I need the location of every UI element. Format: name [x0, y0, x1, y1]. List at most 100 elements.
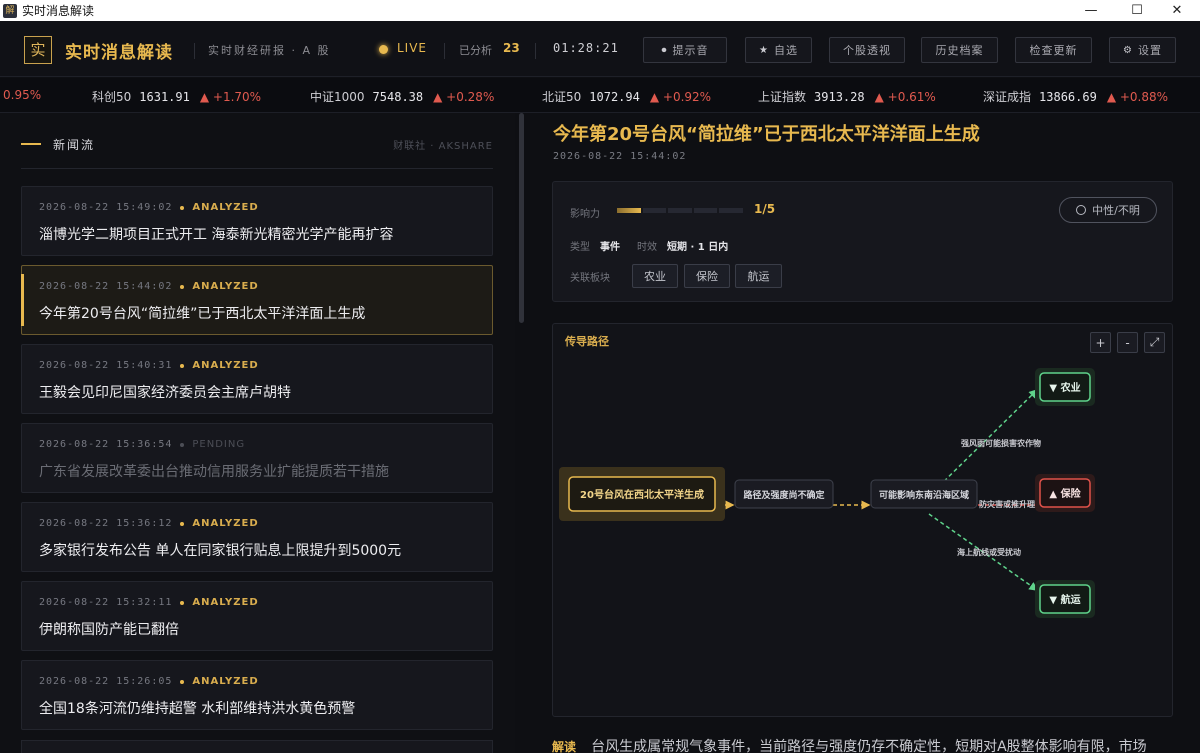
duration-value: 短期 · 1 日内	[667, 242, 729, 253]
check-update-button[interactable]: 检查更新	[1015, 37, 1092, 63]
news-card[interactable]: 2026-08-22 15:36:12 ANALYZED 多家银行发布公告 单人在…	[21, 502, 493, 572]
impact-segment	[668, 208, 692, 213]
news-card-partial[interactable]	[21, 740, 493, 753]
ticker-value: 1631.91	[139, 90, 190, 104]
news-meta: 2026-08-22 15:36:54 PENDING	[39, 439, 245, 450]
record-icon: ⏺	[661, 44, 668, 56]
ticker-change: 0.95%	[3, 88, 42, 102]
news-headline: 全国18条河流仍维持超警 水利部维持洪水黄色预警	[39, 701, 356, 717]
outcome-node-label: ▲ 保险	[1049, 487, 1081, 500]
graph-canvas[interactable]: 强风雨可能损害农作物 防灾害或推升理赔 海上航线或受扰动 20号台风在西北太平洋…	[553, 324, 1173, 717]
transmission-graph: 传导路径 + - ⤢ 强风雨可能损害农作物 防灾害或推升理赔 海上航线或受扰动 …	[552, 323, 1173, 717]
ticker-item: 深证成指 13866.69 ▲ +0.88%	[983, 88, 1168, 105]
analyzed-label: 已分析	[459, 44, 492, 57]
type-value: 事件	[600, 242, 620, 253]
divider	[535, 43, 536, 59]
watchlist-button[interactable]: ★ 自选	[745, 37, 812, 63]
ticker-value: 3913.28	[814, 90, 865, 104]
live-label: LIVE	[397, 41, 428, 55]
news-feed-panel: 新闻流 财联社 · AKSHARE 2026-08-22 15:49:02 ANA…	[0, 113, 515, 753]
news-status: ANALYZED	[192, 202, 259, 213]
sector-tag-insurance[interactable]: 保险	[684, 264, 730, 288]
ticker-change: ▲ +0.28%	[433, 90, 495, 104]
ticker-name: 中证1000	[310, 90, 365, 104]
stock-view-label: 个股透视	[843, 44, 891, 57]
accent-bar	[21, 143, 41, 145]
feed-header: 新闻流 财联社 · AKSHARE	[21, 135, 493, 169]
news-meta: 2026-08-22 15:44:02 ANALYZED	[39, 281, 259, 292]
impact-value: 1/5	[754, 202, 776, 216]
duration-label: 时效	[637, 242, 657, 253]
status-dot-icon	[180, 363, 185, 368]
edge-label: 防灾害或推升理赔	[979, 499, 1043, 509]
mid-node-label: 路径及强度尚不确定	[743, 489, 825, 501]
news-card[interactable]: 2026-08-22 15:26:05 ANALYZED 全国18条河流仍维持超警…	[21, 660, 493, 730]
ticker-value: 13866.69	[1039, 90, 1097, 104]
ticker-change: ▲ +0.92%	[649, 90, 712, 104]
status-dot-icon	[180, 521, 185, 526]
gear-icon: ⚙	[1123, 44, 1133, 56]
news-status: ANALYZED	[192, 676, 259, 687]
news-meta: 2026-08-22 15:26:05 ANALYZED	[39, 676, 259, 687]
news-headline: 淄博光学二期项目正式开工 海泰新光精密光学产能再扩容	[39, 227, 394, 243]
article-title: 今年第20号台风“简拉维”已于西北太平洋洋面上生成	[553, 124, 980, 145]
edge-label: 海上航线或受扰动	[957, 547, 1021, 557]
news-card[interactable]: 2026-08-22 15:49:02 ANALYZED 淄博光学二期项目正式开工…	[21, 186, 493, 256]
outcome-node-label: ▼ 航运	[1049, 593, 1080, 606]
ticker-name: 北证50	[542, 90, 582, 104]
clock: 01:28:21	[553, 41, 619, 55]
sector-tag-agriculture[interactable]: 农业	[632, 264, 678, 288]
ticker-value: 1072.94	[589, 90, 640, 104]
detail-panel: 今年第20号台风“简拉维”已于西北太平洋洋面上生成 2026-08-22 15:…	[525, 113, 1200, 753]
news-time: 2026-08-22 15:36:12	[39, 518, 173, 529]
stock-view-button[interactable]: 个股透视	[829, 37, 905, 63]
impact-segment	[719, 208, 743, 213]
news-time: 2026-08-22 15:40:31	[39, 360, 173, 371]
news-card[interactable]: 2026-08-22 15:36:54 PENDING 广东省发展改革委出台推动信…	[21, 423, 493, 493]
news-status: ANALYZED	[192, 281, 259, 292]
settings-button[interactable]: ⚙ 设置	[1109, 37, 1176, 63]
history-label: 历史档案	[935, 44, 984, 57]
history-button[interactable]: 历史档案	[921, 37, 998, 63]
app-header: 实 实时消息解读 实时财经研报 · A 股 LIVE 已分析 23 01:28:…	[0, 21, 1200, 77]
news-status: ANALYZED	[192, 597, 259, 608]
sentiment-label: 中性/不明	[1092, 204, 1140, 217]
brand-subtitle: 实时财经研报 · A 股	[208, 44, 331, 57]
ticker-change: ▲ +0.61%	[874, 90, 936, 104]
ticker-item: 上证指数 3913.28 ▲ +0.61%	[758, 88, 936, 105]
index-ticker: 0.95% 科创50 1631.91 ▲ +1.70% 中证1000 7548.…	[0, 78, 1200, 113]
ticker-change: ▲ +1.70%	[199, 90, 262, 104]
status-dot-icon	[180, 284, 185, 289]
ticker-name: 上证指数	[758, 90, 807, 104]
sector-tag-shipping[interactable]: 航运	[735, 264, 782, 288]
ticker-item: 中证1000 7548.38 ▲ +0.28%	[310, 88, 494, 105]
interpretation-text: 解读 台风生成属常规气象事件，当前路径与强度仍存不确定性，短期对A股整体影响有限…	[552, 736, 1192, 753]
minimize-button[interactable]: —	[1068, 0, 1114, 21]
source-node-label: 20号台风在西北太平洋生成	[580, 488, 704, 501]
news-card[interactable]: 2026-08-22 15:32:11 ANALYZED 伊朗称国防产能已翻倍	[21, 581, 493, 651]
news-card[interactable]: 2026-08-22 15:40:31 ANALYZED 王毅会见印尼国家经济委员…	[21, 344, 493, 414]
divider	[444, 43, 445, 59]
window-titlebar: 解 实时消息解读 — ☐ ✕	[0, 0, 1200, 21]
news-time: 2026-08-22 15:32:11	[39, 597, 173, 608]
analyzed-count: 23	[503, 41, 520, 55]
ticker-item: 科创50 1631.91 ▲ +1.70%	[92, 88, 261, 105]
sentiment-badge: 中性/不明	[1059, 197, 1157, 223]
news-card-selected[interactable]: 2026-08-22 15:44:02 ANALYZED 今年第20号台风“简拉维…	[21, 265, 493, 335]
news-headline: 今年第20号台风“简拉维”已于西北太平洋洋面上生成	[39, 306, 366, 322]
star-icon: ★	[759, 44, 769, 56]
feed-title: 新闻流	[53, 138, 96, 152]
ticker-item: 北证50 1072.94 ▲ +0.92%	[542, 88, 711, 105]
news-headline: 王毅会见印尼国家经济委员会主席卢胡特	[39, 385, 291, 401]
close-button[interactable]: ✕	[1154, 0, 1200, 21]
news-headline: 伊朗称国防产能已翻倍	[39, 622, 179, 638]
sound-alert-button[interactable]: ⏺ 提示音	[643, 37, 727, 63]
interpretation-label: 解读	[552, 740, 577, 753]
analysis-summary-card: 影响力 1/5 类型 事件 时效 短期 · 1 日内 关联板块 农业 保险 航运…	[552, 181, 1173, 302]
sound-alert-label: 提示音	[672, 44, 709, 57]
news-meta: 2026-08-22 15:49:02 ANALYZED	[39, 202, 259, 213]
feed-source: 财联社 · AKSHARE	[393, 141, 493, 152]
feed-scrollbar[interactable]	[519, 113, 524, 323]
type-label: 类型	[570, 242, 590, 253]
ticker-name: 深证成指	[983, 90, 1032, 104]
